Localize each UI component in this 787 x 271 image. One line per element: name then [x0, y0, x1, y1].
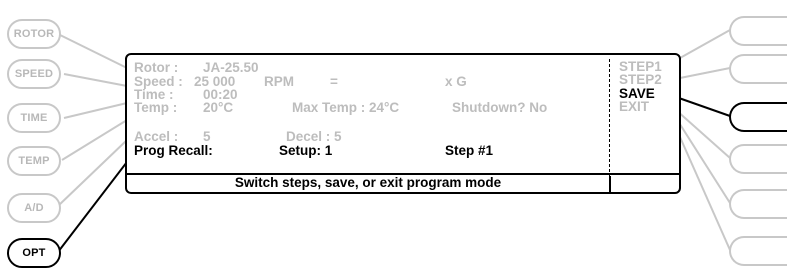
- speed-unit: RPM: [264, 74, 294, 89]
- rotor-label: Rotor :: [134, 60, 179, 75]
- prog-recall-label: Prog Recall:: [134, 143, 213, 158]
- softkey-button-2[interactable]: [729, 54, 787, 84]
- g-force-unit: x G: [445, 74, 467, 89]
- accel-label: Accel :: [134, 129, 179, 144]
- setup-number: Setup: 1: [279, 143, 333, 158]
- status-message: Switch steps, save, or exit program mode: [234, 175, 502, 190]
- step-number: Step #1: [445, 143, 494, 158]
- softkey-button-6[interactable]: [729, 236, 787, 266]
- status-divider: [609, 176, 611, 192]
- accel-value: 5: [203, 129, 211, 144]
- lcd-display: Rotor : JA-25.50 Speed : 25 000 RPM = x …: [125, 53, 681, 194]
- decel-setting: Decel : 5: [286, 129, 342, 144]
- temp-value: 20°C: [203, 100, 234, 115]
- softkey-button-4[interactable]: [729, 144, 787, 174]
- equals-sign: =: [330, 74, 338, 89]
- softkey-button-5[interactable]: [729, 189, 787, 219]
- rotor-button[interactable]: ROTOR: [7, 19, 61, 49]
- temp-button[interactable]: TEMP: [7, 146, 61, 176]
- max-temp: Max Temp : 24°C: [292, 100, 400, 115]
- temp-label: Temp :: [134, 100, 178, 115]
- softkey-button-1[interactable]: [729, 16, 787, 46]
- softkey-button-save[interactable]: [729, 102, 787, 132]
- time-button[interactable]: TIME: [7, 103, 61, 133]
- rotor-value: JA-25.50: [203, 60, 259, 75]
- softkey-step2[interactable]: STEP2: [619, 73, 662, 87]
- speed-button[interactable]: SPEED: [7, 59, 61, 89]
- softkey-divider: [609, 59, 610, 177]
- ad-button[interactable]: A/D: [7, 193, 61, 223]
- shutdown-setting: Shutdown? No: [452, 100, 548, 115]
- softkey-exit[interactable]: EXIT: [619, 100, 649, 114]
- opt-button[interactable]: OPT: [7, 238, 61, 268]
